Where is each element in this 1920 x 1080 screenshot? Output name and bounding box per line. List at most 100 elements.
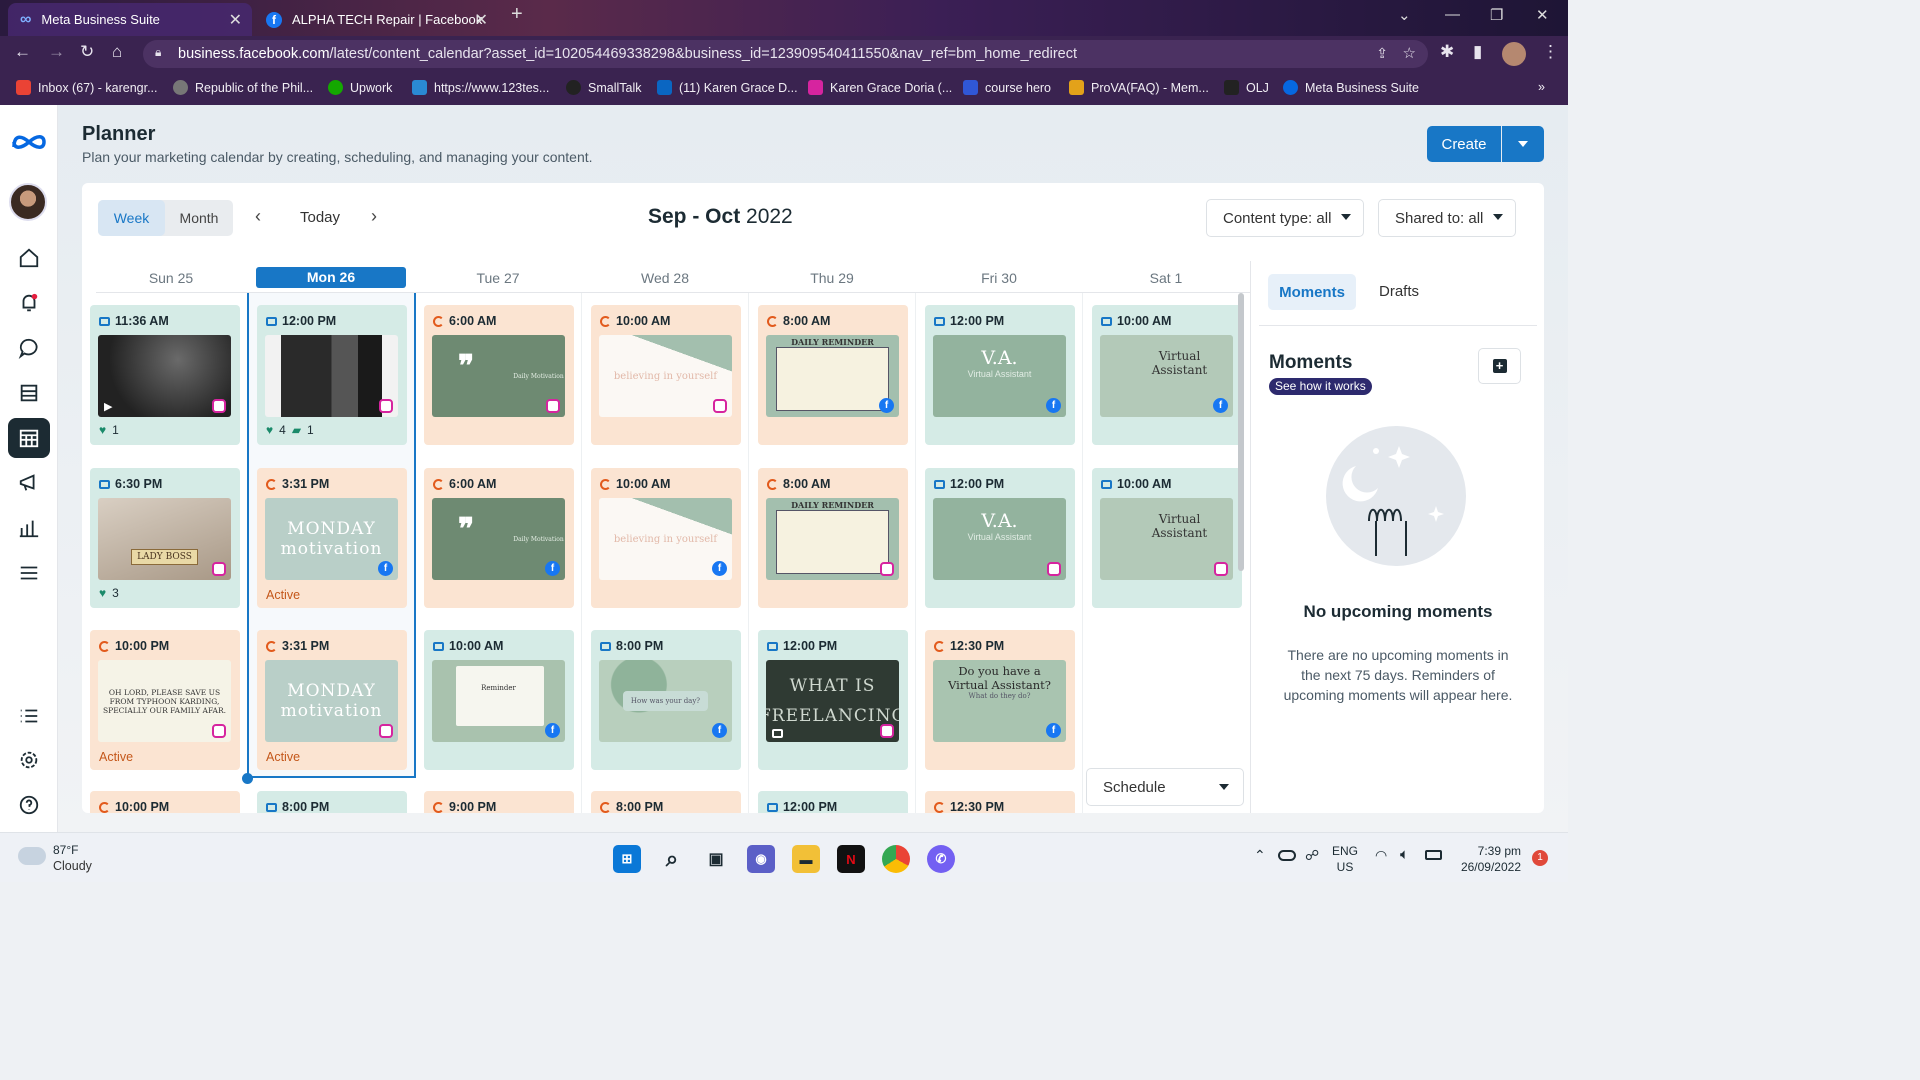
post-card[interactable]: 10:00 AM believing in yourself f (591, 468, 741, 608)
battery-icon[interactable] (1425, 850, 1442, 860)
post-card[interactable]: 6:00 AM ❞ Daily Motivation f (424, 468, 574, 608)
next-week-icon[interactable]: › (371, 206, 377, 227)
bookmark-item[interactable]: Meta Business Suite (1283, 80, 1419, 95)
close-tab-icon[interactable]: ✕ (229, 10, 242, 30)
post-card[interactable]: 11:36 AM ▶ ♥ 1 (90, 305, 240, 445)
task-view-icon[interactable]: ▣ (702, 845, 730, 873)
tab-meta-business-suite[interactable]: ∞ Meta Business Suite ✕ (8, 3, 252, 36)
post-card[interactable]: 8:00 AM DAILY REMINDER f (758, 305, 908, 445)
minimize-icon[interactable]: — (1445, 6, 1460, 23)
insights-icon[interactable] (14, 513, 44, 543)
list-icon[interactable] (14, 701, 44, 731)
bookmark-item[interactable]: OLJ (1224, 80, 1269, 95)
bookmark-item[interactable]: Inbox (67) - karengr... (16, 80, 158, 95)
tab-drafts[interactable]: Drafts (1379, 283, 1419, 300)
close-tab-icon[interactable]: ✕ (475, 10, 488, 30)
post-card[interactable]: 12:30 PM Do you have a Virtual Assistant… (925, 630, 1075, 770)
post-card[interactable]: 12:00 PM V.A. Virtual Assistant (925, 468, 1075, 608)
today-button[interactable]: Today (300, 209, 340, 226)
profile-avatar[interactable] (1502, 42, 1526, 66)
teams-chat-icon[interactable]: ◉ (747, 845, 775, 873)
ads-icon[interactable] (14, 468, 44, 498)
bookmark-item[interactable]: SmallTalk (566, 80, 642, 95)
settings-gear-icon[interactable] (14, 745, 44, 775)
bookmark-item[interactable]: Upwork (328, 80, 392, 95)
post-card[interactable]: 10:00 AM Virtual Assistant f (1092, 305, 1242, 445)
bookmark-item[interactable]: course hero (963, 80, 1051, 95)
add-moment-button[interactable]: + (1478, 348, 1521, 384)
shared-to-filter[interactable]: Shared to: all (1378, 199, 1516, 237)
sidepanel-icon[interactable]: ▮ (1473, 42, 1482, 62)
notification-badge[interactable]: 1 (1532, 850, 1548, 866)
tab-alpha-tech[interactable]: f ALPHA TECH Repair | Facebook ✕ (254, 3, 498, 36)
new-tab-icon[interactable]: + (511, 3, 523, 26)
post-card[interactable]: 9:00 PM (424, 791, 574, 813)
menu-kebab-icon[interactable]: ⋮ (1542, 42, 1559, 62)
post-card[interactable]: 10:00 PM (90, 791, 240, 813)
weather-condition[interactable]: Cloudy (53, 859, 92, 873)
wifi-icon[interactable]: ◠ (1375, 847, 1387, 864)
post-card[interactable]: 8:00 PM (591, 791, 741, 813)
see-how-it-works-link[interactable]: See how it works (1269, 378, 1372, 395)
week-view-button[interactable]: Week (98, 200, 165, 236)
inbox-icon[interactable] (14, 333, 44, 363)
content-icon[interactable] (14, 378, 44, 408)
post-card[interactable]: 10:00 AM Reminder f (424, 630, 574, 770)
network-icon[interactable]: ☍ (1305, 847, 1319, 864)
extensions-icon[interactable]: ✱ (1440, 42, 1454, 62)
post-card[interactable]: 10:00 PM OH LORD, PLEASE SAVE US FROM TY… (90, 630, 240, 770)
post-card[interactable]: 10:00 AM Virtual Assistant (1092, 468, 1242, 608)
meta-logo-icon[interactable] (11, 127, 47, 157)
clock[interactable]: 7:39 pm 26/09/2022 (1456, 843, 1521, 875)
file-explorer-icon[interactable]: ▬ (792, 845, 820, 873)
maximize-icon[interactable]: ❐ (1490, 6, 1503, 24)
reload-icon[interactable]: ↻ (80, 42, 94, 62)
bookmark-item[interactable]: ProVA(FAQ) - Mem... (1069, 80, 1209, 95)
month-view-button[interactable]: Month (165, 200, 233, 236)
chrome-icon[interactable] (882, 845, 910, 873)
home-icon[interactable] (14, 243, 44, 273)
viber-icon[interactable]: ✆ (927, 845, 955, 873)
tab-search-icon[interactable]: ⌄ (1398, 6, 1411, 24)
post-card[interactable]: 8:00 AM DAILY REMINDER (758, 468, 908, 608)
bookmark-item[interactable]: (11) Karen Grace D... (657, 80, 798, 95)
page-avatar[interactable] (9, 183, 47, 221)
post-card[interactable]: 12:00 PM (758, 791, 908, 813)
post-card[interactable]: 3:31 PM MONDAY motivation Active (257, 630, 407, 770)
forward-icon[interactable]: → (48, 42, 65, 62)
bookmark-item[interactable]: https://www.123tes... (412, 80, 549, 95)
back-icon[interactable]: ← (14, 42, 31, 62)
grid-scrollbar[interactable] (1238, 293, 1244, 571)
onedrive-icon[interactable] (1278, 850, 1296, 861)
create-dropdown-button[interactable] (1502, 126, 1544, 162)
post-card[interactable]: 12:30 PM (925, 791, 1075, 813)
bookmark-item[interactable]: Republic of the Phil... (173, 80, 313, 95)
notifications-icon[interactable] (14, 288, 44, 318)
post-card[interactable]: 12:00 PM WHAT IS FREELANCING (758, 630, 908, 770)
planner-icon[interactable] (8, 418, 50, 458)
volume-icon[interactable]: 🔈︎ (1400, 846, 1409, 863)
post-card[interactable]: 8:00 PM How was your day? f (591, 630, 741, 770)
schedule-dropdown[interactable]: Schedule (1086, 768, 1244, 806)
content-type-filter[interactable]: Content type: all (1206, 199, 1364, 237)
post-card[interactable]: 8:00 PM (257, 791, 407, 813)
create-button[interactable]: Create (1427, 126, 1501, 162)
windows-start-icon[interactable]: ⊞ (613, 845, 641, 873)
previous-week-icon[interactable]: ‹ (255, 206, 261, 227)
share-icon[interactable]: ⇪ (1376, 45, 1388, 62)
home-icon[interactable]: ⌂ (112, 42, 122, 62)
language-indicator[interactable]: ENG US (1332, 843, 1358, 875)
all-tools-icon[interactable] (14, 558, 44, 588)
post-card[interactable]: 3:31 PM MONDAY motivation f Active (257, 468, 407, 608)
post-card[interactable]: 6:30 PM LADY BOSS ♥ 3 (90, 468, 240, 608)
bookmark-star-icon[interactable]: ☆ (1403, 44, 1416, 62)
tab-moments[interactable]: Moments (1268, 274, 1356, 310)
post-card[interactable]: 10:00 AM believing in yourself (591, 305, 741, 445)
bookmark-item[interactable]: Karen Grace Doria (... (808, 80, 952, 95)
close-window-icon[interactable]: ✕ (1536, 6, 1549, 24)
post-card[interactable]: 6:00 AM ❞ Daily Motivation (424, 305, 574, 445)
url-field[interactable]: 🔒︎ business.facebook.com/latest/content_… (143, 40, 1428, 68)
help-icon[interactable] (14, 790, 44, 820)
search-icon[interactable]: ⌕ (658, 845, 686, 873)
post-card[interactable]: 12:00 PM ♥ 4 ▰ 1 (257, 305, 407, 445)
